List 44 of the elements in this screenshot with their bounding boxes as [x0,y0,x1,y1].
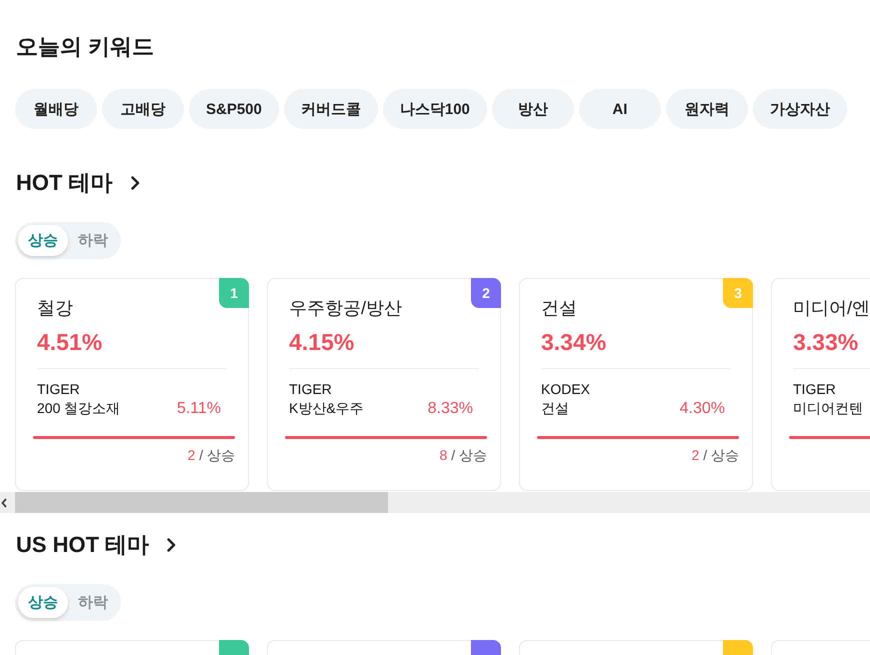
keyword-chip[interactable]: 가상자산 [752,89,847,129]
toggle-tab[interactable]: 상승 [18,225,68,256]
section-title: HOT 테마 [16,169,113,197]
keyword-chip[interactable]: 원자력 [666,89,748,129]
keyword-chip[interactable]: 고배당 [102,89,184,129]
rank-badge: 1 [219,278,249,308]
rank-badge: 3 [723,278,753,308]
section-title: US HOT 테마 [16,531,150,559]
theme-change: 3.33% [793,328,858,356]
etf-name: TIGER 200 철강소재 [37,380,120,418]
etf-name: TIGER 미디어컨텐 [793,380,863,418]
theme-name: 미디어/엔 [793,297,870,320]
section-title: 오늘의 키워드 [16,33,154,61]
toggle-tab[interactable]: 상승 [18,587,68,618]
etf-name: TIGER K방산&우주 [289,380,364,418]
theme-card[interactable]: 2 우주항공/방산 4.15% TIGER K방산&우주 8.33% 8 / 상승 [267,278,501,491]
keyword-chip[interactable]: 방산 [492,89,574,129]
keyword-chip[interactable]: 커버드콜 [284,89,378,129]
keyword-chip[interactable]: 월배당 [15,89,97,129]
theme-change: 4.51% [37,328,102,356]
rise-count: 2 / 상승 [692,446,739,464]
keyword-chip[interactable]: AI [578,89,661,129]
scrollbar[interactable] [0,492,870,513]
etf-change: 8.33% [428,399,473,418]
etf-change: 5.11% [176,399,221,418]
chevron-right-icon[interactable] [167,538,176,552]
theme-card[interactable]: 미디어/엔 3.33% TIGER 미디어컨텐 [771,278,870,491]
chevron-left-icon[interactable] [1,498,7,508]
rise-count: 2 / 상승 [188,446,235,464]
theme-name: 철강 [37,297,73,320]
theme-card[interactable]: 3 건설 3.34% KODEX 건설 4.30% 2 / 상승 [519,278,753,491]
rise-count: 8 / 상승 [440,446,487,464]
theme-change: 3.34% [541,328,606,356]
theme-change: 4.15% [289,328,354,356]
keyword-chip[interactable]: S&P500 [189,89,279,129]
theme-card[interactable]: 1 철강 4.51% TIGER 200 철강소재 5.11% 2 / 상승 [15,278,249,491]
chevron-right-icon[interactable] [130,176,140,190]
scrollbar-thumb[interactable] [15,492,388,513]
keyword-chip[interactable]: 나스닥100 [382,89,487,129]
etf-change: 4.30% [680,399,725,418]
etf-name: KODEX 건설 [541,380,590,418]
theme-name: 건설 [541,297,577,320]
theme-name: 우주항공/방산 [289,297,402,320]
rank-badge: 2 [471,278,501,308]
